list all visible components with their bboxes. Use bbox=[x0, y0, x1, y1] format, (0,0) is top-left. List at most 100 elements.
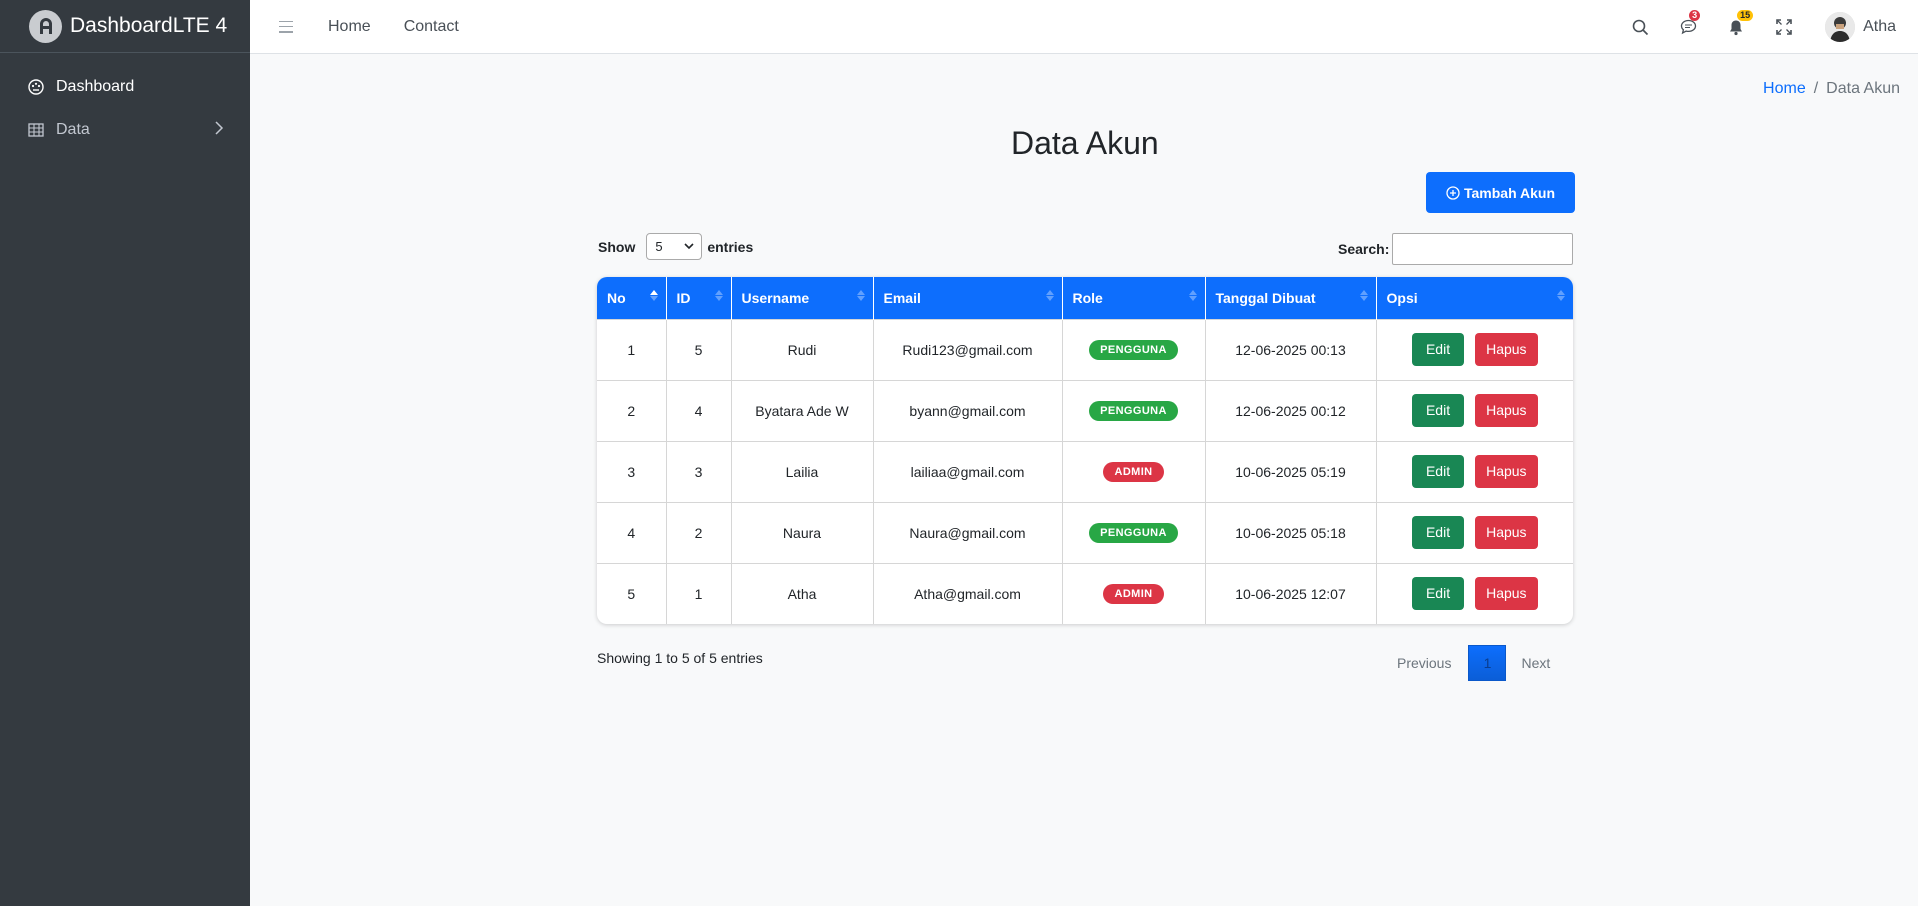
role-badge: PENGGUNA bbox=[1089, 522, 1178, 543]
cell-id: 3 bbox=[665, 440, 732, 503]
column-header-label: Username bbox=[741, 289, 810, 306]
sidebar-item-data[interactable]: Data bbox=[0, 108, 250, 151]
messages-button[interactable]: 3 bbox=[1677, 10, 1701, 38]
cell-no: 2 bbox=[597, 379, 667, 442]
role-badge: ADMIN bbox=[1103, 583, 1164, 604]
breadcrumb-home[interactable]: Home bbox=[1763, 80, 1806, 98]
sidebar-item-dashboard[interactable]: Dashboard bbox=[0, 65, 250, 108]
search-input[interactable] bbox=[1392, 233, 1574, 265]
brand[interactable]: DashboardLTE 4 bbox=[0, 0, 250, 53]
table-row: 4 2 Naura Naura@gmail.com PENGGUNA 10-06… bbox=[597, 501, 1573, 564]
sort-icon bbox=[1045, 290, 1054, 301]
cell-no: 4 bbox=[597, 501, 667, 564]
cell-created: 10-06-2025 05:19 bbox=[1204, 440, 1377, 503]
column-header-options[interactable]: Opsi bbox=[1376, 277, 1573, 319]
edit-button[interactable]: Edit bbox=[1411, 394, 1465, 427]
role-badge: PENGGUNA bbox=[1089, 339, 1178, 360]
pagination-page-1[interactable]: 1 bbox=[1468, 645, 1507, 681]
cell-username: Atha bbox=[730, 562, 874, 624]
cell-email: Atha@gmail.com bbox=[872, 562, 1063, 624]
entries-length-control: Show 5 entries bbox=[598, 233, 753, 260]
chevron-right-icon bbox=[214, 120, 224, 141]
column-header-username[interactable]: Username bbox=[731, 277, 874, 319]
chat-icon bbox=[1680, 19, 1697, 35]
cell-email: lailiaa@gmail.com bbox=[872, 440, 1063, 503]
entries-select[interactable]: 5 bbox=[646, 233, 703, 260]
table-search-control: Search: bbox=[1338, 233, 1574, 265]
search-icon[interactable] bbox=[1629, 16, 1651, 38]
column-header-label: No bbox=[607, 289, 626, 306]
sort-icon bbox=[856, 290, 865, 301]
sidebar: DashboardLTE 4 Dashboard Data bbox=[0, 0, 250, 906]
menu-toggle-icon[interactable] bbox=[279, 20, 293, 33]
edit-button[interactable]: Edit bbox=[1411, 577, 1465, 611]
delete-button[interactable]: Hapus bbox=[1475, 394, 1538, 427]
avatar[interactable] bbox=[1825, 12, 1856, 42]
column-header-label: Tanggal Dibuat bbox=[1215, 289, 1316, 306]
fullscreen-icon[interactable] bbox=[1773, 16, 1795, 38]
sort-icon bbox=[1359, 290, 1368, 301]
cell-options: Edit Hapus bbox=[1375, 440, 1573, 503]
cell-role: ADMIN bbox=[1061, 562, 1206, 624]
pagination-previous[interactable]: Previous bbox=[1380, 655, 1468, 671]
column-header-role[interactable]: Role bbox=[1062, 277, 1206, 319]
delete-button[interactable]: Hapus bbox=[1475, 455, 1538, 488]
notifications-badge: 15 bbox=[1737, 10, 1754, 21]
delete-button[interactable]: Hapus bbox=[1475, 516, 1538, 549]
edit-button[interactable]: Edit bbox=[1411, 333, 1465, 366]
user-name[interactable]: Atha bbox=[1863, 18, 1896, 36]
nav-link-contact[interactable]: Contact bbox=[404, 18, 459, 36]
brand-logo-icon bbox=[29, 9, 62, 43]
sort-icon bbox=[1188, 290, 1197, 301]
cell-username: Lailia bbox=[730, 440, 874, 503]
show-label: Show bbox=[598, 238, 636, 255]
cell-email: byann@gmail.com bbox=[872, 379, 1063, 442]
breadcrumb: Home / Data Akun bbox=[1763, 80, 1900, 98]
edit-button[interactable]: Edit bbox=[1411, 455, 1465, 488]
table-row: 2 4 Byatara Ade W byann@gmail.com PENGGU… bbox=[597, 379, 1573, 442]
cell-no: 3 bbox=[597, 440, 667, 503]
cell-role: PENGGUNA bbox=[1061, 379, 1206, 442]
nav-link-home[interactable]: Home bbox=[328, 18, 371, 36]
add-account-button[interactable]: Tambah Akun bbox=[1426, 172, 1575, 213]
column-header-created[interactable]: Tanggal Dibuat bbox=[1205, 277, 1377, 319]
add-account-label: Tambah Akun bbox=[1463, 184, 1555, 201]
table-icon bbox=[27, 121, 45, 139]
plus-circle-icon bbox=[1446, 185, 1460, 200]
search-label: Search: bbox=[1338, 241, 1390, 257]
sidebar-item-label: Data bbox=[56, 120, 90, 138]
cell-role: PENGGUNA bbox=[1061, 318, 1206, 381]
pagination: Previous 1 Next bbox=[1380, 645, 1565, 681]
entries-select-value: 5 bbox=[655, 239, 663, 254]
role-badge: PENGGUNA bbox=[1089, 400, 1178, 421]
cell-id: 2 bbox=[665, 501, 732, 564]
cell-id: 4 bbox=[665, 379, 732, 442]
column-header-label: Role bbox=[1072, 289, 1103, 306]
cell-no: 5 bbox=[597, 562, 667, 624]
sort-icon bbox=[714, 290, 723, 301]
delete-button[interactable]: Hapus bbox=[1475, 577, 1538, 611]
pagination-next[interactable]: Next bbox=[1506, 655, 1565, 671]
table-row: 5 1 Atha Atha@gmail.com ADMIN 10-06-2025… bbox=[597, 562, 1573, 624]
cell-created: 10-06-2025 05:18 bbox=[1204, 501, 1377, 564]
accounts-table: No ID Username Email Role Tanggal Dibuat… bbox=[597, 277, 1573, 624]
notifications-button[interactable]: 15 bbox=[1725, 10, 1754, 38]
sort-icon bbox=[649, 290, 658, 301]
table-row: 1 5 Rudi Rudi123@gmail.com PENGGUNA 12-0… bbox=[597, 318, 1573, 381]
cell-created: 12-06-2025 00:13 bbox=[1204, 318, 1377, 381]
cell-username: Naura bbox=[730, 501, 874, 564]
column-header-no[interactable]: No bbox=[597, 277, 667, 319]
cell-email: Naura@gmail.com bbox=[872, 501, 1063, 564]
breadcrumb-current: Data Akun bbox=[1826, 80, 1900, 97]
cell-username: Byatara Ade W bbox=[730, 379, 874, 442]
sort-icon bbox=[1557, 290, 1565, 301]
cell-id: 1 bbox=[665, 562, 732, 624]
delete-button[interactable]: Hapus bbox=[1475, 333, 1538, 366]
column-header-id[interactable]: ID bbox=[666, 277, 732, 319]
edit-button[interactable]: Edit bbox=[1411, 516, 1465, 549]
column-header-email[interactable]: Email bbox=[873, 277, 1063, 319]
topbar: Home Contact 3 15 Atha bbox=[250, 0, 1918, 54]
entries-label: entries bbox=[707, 238, 754, 255]
cell-no: 1 bbox=[597, 318, 667, 381]
topbar-right: 3 15 Atha bbox=[1629, 0, 1918, 54]
